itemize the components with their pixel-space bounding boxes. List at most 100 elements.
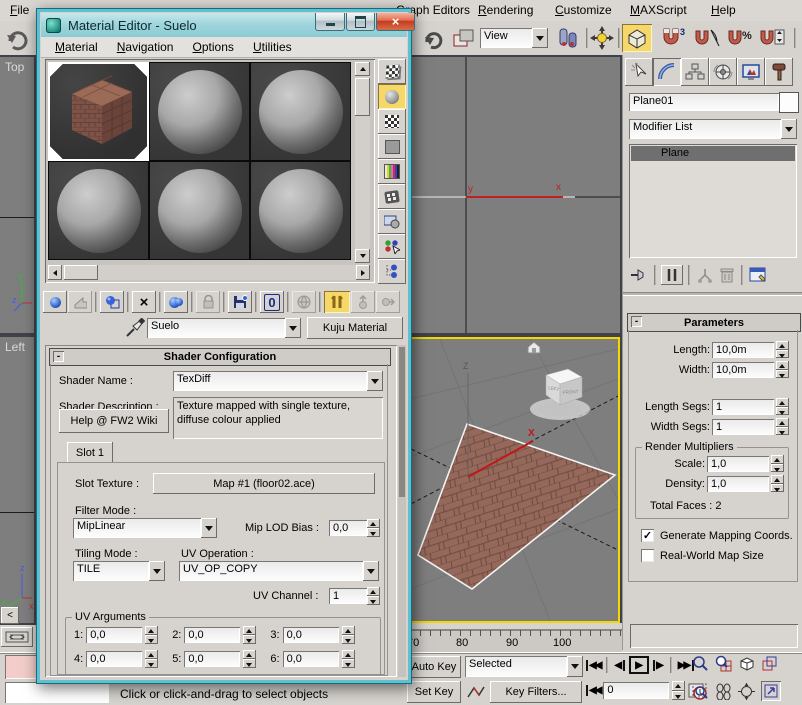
scale-field[interactable]: 1,0 [707, 456, 769, 472]
uv-arg-2-spinner[interactable] [243, 626, 256, 644]
scrollbar-thumb[interactable] [64, 265, 98, 280]
remove-modifier-icon[interactable] [718, 266, 736, 284]
snap-3d-icon[interactable]: 3 [660, 26, 688, 50]
tab-display[interactable] [737, 58, 765, 86]
tab-hierarchy[interactable] [681, 58, 709, 86]
menu-file[interactable]: File [2, 0, 37, 20]
assign-material-button[interactable] [100, 291, 124, 313]
generate-mapping-checkbox[interactable]: ✓ [641, 529, 654, 542]
length-spinner[interactable] [776, 341, 789, 358]
dropdown-arrow-icon[interactable] [149, 561, 165, 581]
sample-slot-5[interactable] [149, 161, 250, 260]
next-frame-button[interactable]: ▶ [653, 660, 664, 671]
dropdown-arrow-icon[interactable] [285, 318, 301, 338]
collapse-icon[interactable]: - [631, 316, 642, 327]
go-forward-to-sibling-button[interactable] [376, 291, 400, 313]
use-pivot-center-icon[interactable] [556, 25, 580, 51]
default-tangent-icon[interactable] [466, 683, 486, 701]
tab-utilities[interactable] [765, 58, 793, 86]
sample-slot-1-active[interactable] [48, 62, 149, 161]
menu-utilities[interactable]: Utilities [245, 37, 300, 57]
scale-tool-icon[interactable] [452, 27, 476, 49]
uv-arg-6-spinner[interactable] [342, 650, 355, 668]
uv-arg-5-field[interactable]: 0,0 [184, 651, 240, 667]
pin-stack-icon[interactable] [629, 266, 649, 284]
rotate-tool-icon[interactable] [420, 25, 446, 51]
uv-operation-dropdown[interactable]: UV_OP_COPY [179, 561, 379, 581]
key-filters-button[interactable]: Key Filters... [490, 681, 582, 703]
material-type-button[interactable]: Kuju Material [307, 317, 403, 339]
auto-key-button[interactable]: Auto Key [407, 656, 461, 678]
width-segs-field[interactable]: 1 [712, 419, 774, 435]
show-end-result-stack-icon[interactable] [661, 265, 683, 285]
object-color-swatch[interactable] [779, 92, 799, 113]
menu-options[interactable]: Options [185, 37, 242, 57]
selection-range-button[interactable] [1, 627, 33, 647]
rollout-scrollbar[interactable] [398, 345, 406, 677]
put-material-to-scene-button[interactable] [68, 291, 92, 313]
viewport-top[interactable]: Top y z [0, 57, 34, 333]
undo-icon[interactable] [4, 25, 30, 51]
select-by-material-button[interactable] [378, 234, 406, 259]
menu-customize[interactable]: Customize [547, 0, 620, 20]
set-key-button[interactable]: Set Key [407, 681, 461, 703]
previous-frame-button[interactable]: ◀ [614, 660, 625, 671]
mip-lod-bias-field[interactable]: 0,0 [329, 520, 367, 536]
show-map-in-viewport-button[interactable] [292, 291, 316, 313]
reset-material-button[interactable]: × [132, 291, 156, 313]
uv-arg-4-spinner[interactable] [145, 650, 158, 668]
snaps-toggle-button[interactable] [622, 24, 652, 52]
help-wiki-button[interactable]: Help @ FW2 Wiki [59, 409, 169, 433]
selection-set-dropdown[interactable]: Selected [465, 656, 583, 677]
make-material-copy-button[interactable] [164, 291, 188, 313]
track-bar-ruler[interactable]: 70 80 90 100 [408, 630, 622, 652]
frame-spinner[interactable] [672, 681, 685, 700]
object-name-field[interactable]: Plane01 [629, 93, 779, 111]
collapse-icon[interactable]: - [53, 351, 64, 362]
viewport-perspective[interactable]: Z X LEFT FRONT [408, 337, 620, 623]
sample-slot-2[interactable] [149, 62, 250, 161]
sample-type-button[interactable] [378, 59, 406, 84]
slot-texture-button[interactable]: Map #1 (floor02.ace) [153, 473, 375, 494]
uv-channel-spinner[interactable] [367, 587, 380, 605]
width-spinner[interactable] [776, 361, 789, 378]
uv-arg-5-spinner[interactable] [243, 650, 256, 668]
zoom-extents-all-icon[interactable] [761, 655, 778, 672]
menu-rendering[interactable]: Rendering [470, 0, 541, 20]
select-and-manipulate-icon[interactable] [590, 26, 614, 50]
pick-material-eyedropper-icon[interactable] [125, 318, 145, 338]
angle-snap-icon[interactable] [693, 26, 721, 50]
show-end-result-button[interactable] [324, 291, 350, 313]
width-segs-spinner[interactable] [776, 418, 789, 435]
viewport-front[interactable]: y x [408, 57, 620, 333]
uv-arg-3-field[interactable]: 0,0 [283, 627, 339, 643]
background-button[interactable] [378, 109, 406, 134]
slots-horizontal-scrollbar[interactable] [48, 265, 370, 280]
scrollbar-thumb[interactable] [399, 347, 405, 497]
stack-item-plane[interactable]: Plane [631, 146, 795, 161]
menu-maxscript[interactable]: MAXScript [622, 0, 695, 20]
modifier-stack[interactable]: Plane [629, 144, 797, 258]
minimize-button[interactable] [315, 13, 345, 31]
real-world-checkbox[interactable] [641, 549, 654, 562]
slots-vertical-scrollbar[interactable] [355, 62, 370, 263]
spinner-snap-icon[interactable] [758, 26, 786, 50]
length-segs-field[interactable]: 1 [712, 399, 774, 415]
go-to-start-button[interactable]: ◀◀ [586, 660, 600, 671]
material-map-navigator-button[interactable] [378, 259, 406, 284]
tiling-mode-dropdown[interactable]: TILE [73, 561, 165, 581]
density-spinner[interactable] [771, 475, 784, 492]
tab-modify[interactable] [653, 58, 681, 86]
backlight-button[interactable] [378, 84, 406, 109]
mip-lod-bias-spinner[interactable] [367, 519, 380, 537]
scrollbar-thumb[interactable] [355, 78, 370, 116]
scale-spinner[interactable] [771, 455, 784, 472]
uv-arg-3-spinner[interactable] [342, 626, 355, 644]
length-segs-spinner[interactable] [776, 398, 789, 415]
modifier-list-dropdown[interactable]: Modifier List [629, 119, 797, 139]
shader-name-dropdown[interactable]: TexDiff [173, 371, 383, 391]
dropdown-arrow-icon[interactable] [532, 28, 548, 48]
arc-rotate-icon[interactable] [738, 683, 755, 700]
key-mode-toggle[interactable]: ◀◀ [586, 685, 600, 696]
material-name-dropdown[interactable]: Suelo [147, 318, 301, 338]
